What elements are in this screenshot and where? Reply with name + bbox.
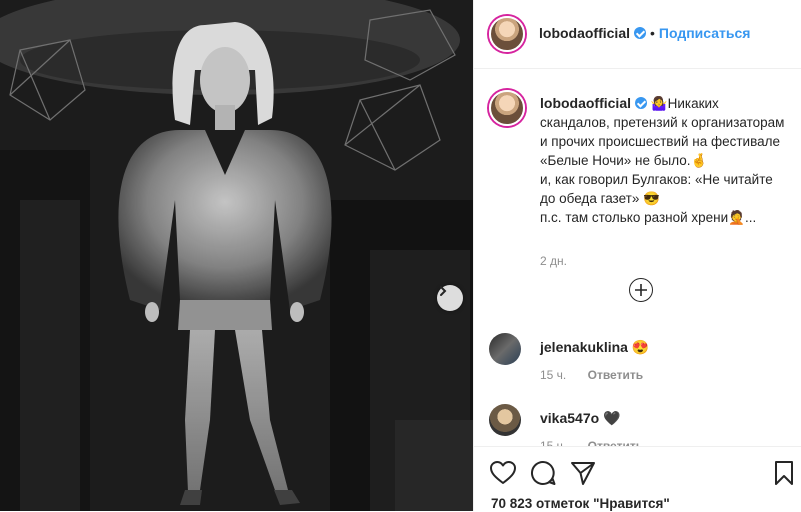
follow-button[interactable]: Подписаться: [659, 25, 751, 41]
comment-text: 😍: [631, 339, 650, 355]
post-side-panel: lobodaofficial • Подписаться lobodaofficia…: [473, 0, 801, 512]
post-header: lobodaofficial • Подписаться: [474, 0, 801, 69]
post-timestamp[interactable]: 2 дн.: [540, 254, 567, 268]
caption-text: 🤷‍♀️Никаких скандалов, претензий к орган…: [540, 96, 785, 225]
carousel-next-button[interactable]: [437, 285, 463, 311]
avatar[interactable]: [489, 333, 521, 365]
caption: lobodaofficial 🤷‍♀️Никаких скандалов, пр…: [540, 94, 785, 227]
plus-circle-icon: [635, 284, 647, 296]
avatar[interactable]: [489, 404, 521, 436]
share-icon[interactable]: [569, 459, 597, 487]
chevron-right-icon: [440, 286, 447, 296]
username-link[interactable]: lobodaofficial: [539, 25, 630, 41]
avatar[interactable]: [489, 90, 525, 126]
verified-badge-icon: [635, 97, 647, 109]
verified-badge-icon: [634, 27, 646, 39]
photo-illustration: [0, 0, 473, 511]
caption-username-link[interactable]: lobodaofficial: [540, 95, 631, 111]
heart-icon[interactable]: [489, 459, 517, 487]
avatar[interactable]: [489, 16, 525, 52]
comment-username-link[interactable]: vika547o: [540, 410, 599, 426]
comment-icon[interactable]: [529, 459, 557, 487]
load-more-comments-button[interactable]: [629, 278, 653, 302]
comment-username-link[interactable]: jelenakuklina: [540, 339, 628, 355]
separator-dot: •: [650, 25, 655, 41]
post-photo[interactable]: [0, 0, 473, 511]
likes-count[interactable]: 70 823 отметок "Нравится": [491, 496, 670, 511]
action-bar: 70 823 отметок "Нравится": [474, 446, 801, 512]
comment-timestamp[interactable]: 15 ч.: [540, 368, 566, 382]
reply-button[interactable]: Ответить: [588, 368, 643, 382]
bookmark-icon[interactable]: [770, 459, 798, 487]
comment-text: 🖤: [603, 410, 621, 426]
